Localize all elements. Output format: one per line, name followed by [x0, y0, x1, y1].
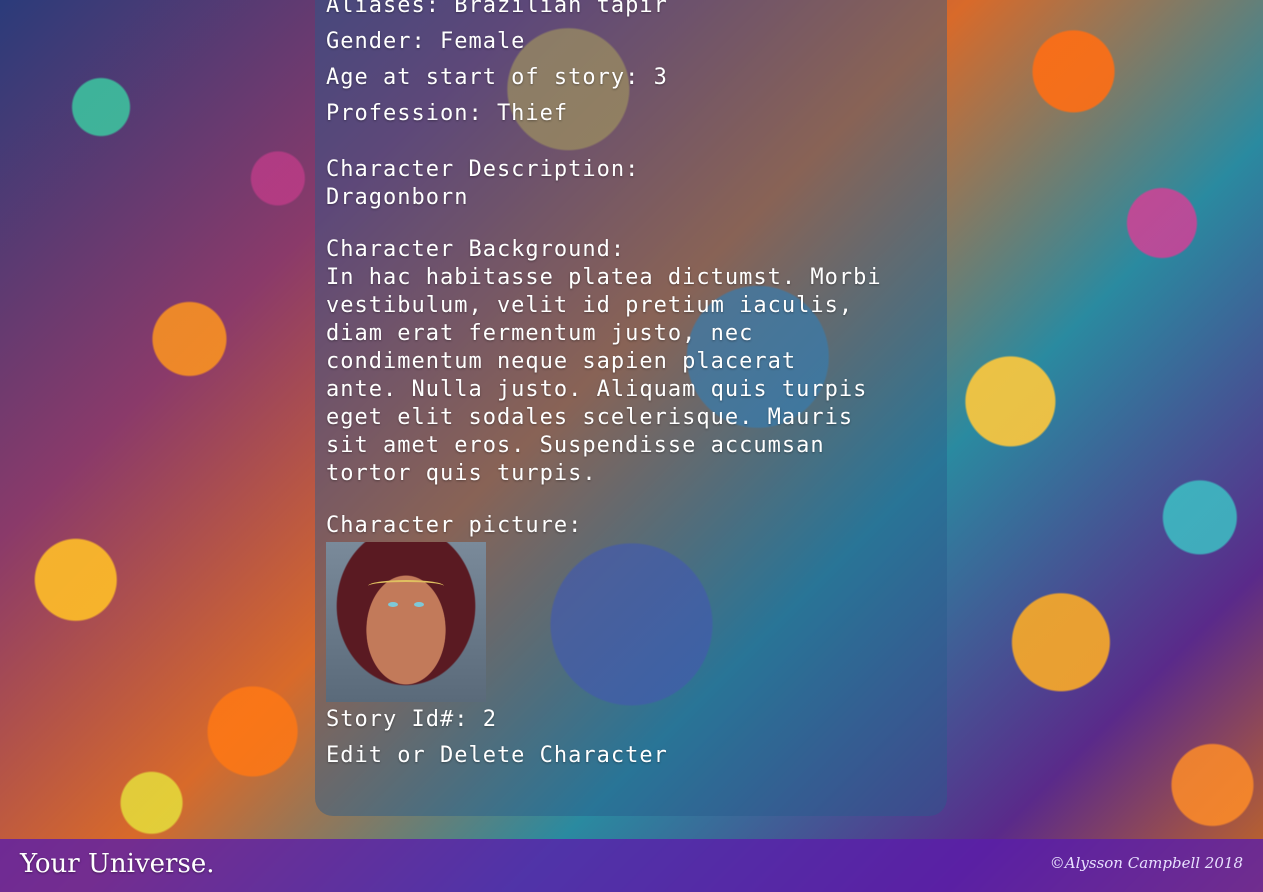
profession-text: Profession: Thief	[326, 101, 569, 126]
picture-section: Character picture:	[326, 512, 936, 702]
eye-shape	[388, 602, 398, 607]
circlet-shape	[368, 580, 444, 592]
story-id-text: Story Id#: 2	[326, 707, 497, 732]
picture-label: Character picture:	[326, 513, 583, 538]
gender-text: Gender: Female	[326, 29, 526, 54]
character-picture	[326, 542, 486, 702]
copyright-text: ©Alysson Campbell 2018	[1049, 854, 1243, 872]
background-label: Character Background:	[326, 237, 626, 262]
description-section: Character Description: Dragonborn	[326, 156, 936, 212]
brand-logo-text[interactable]: Your Universe.	[20, 847, 214, 881]
edit-delete-character-link[interactable]: Edit or Delete Character	[326, 738, 936, 774]
description-text: Dragonborn	[326, 185, 469, 210]
character-details: Aliases: Brazilian tapir Gender: Female …	[326, 0, 936, 774]
background-section: Character Background: In hac habitasse p…	[326, 236, 936, 488]
background-text: In hac habitasse platea dictumst. Morbi …	[326, 265, 882, 486]
age-text: Age at start of story: 3	[326, 65, 668, 90]
aliases-text: Aliases: Brazilian tapir	[326, 0, 668, 18]
footer-bar: Your Universe. ©Alysson Campbell 2018	[0, 839, 1263, 892]
eye-shape	[414, 602, 424, 607]
description-label: Character Description:	[326, 157, 640, 182]
